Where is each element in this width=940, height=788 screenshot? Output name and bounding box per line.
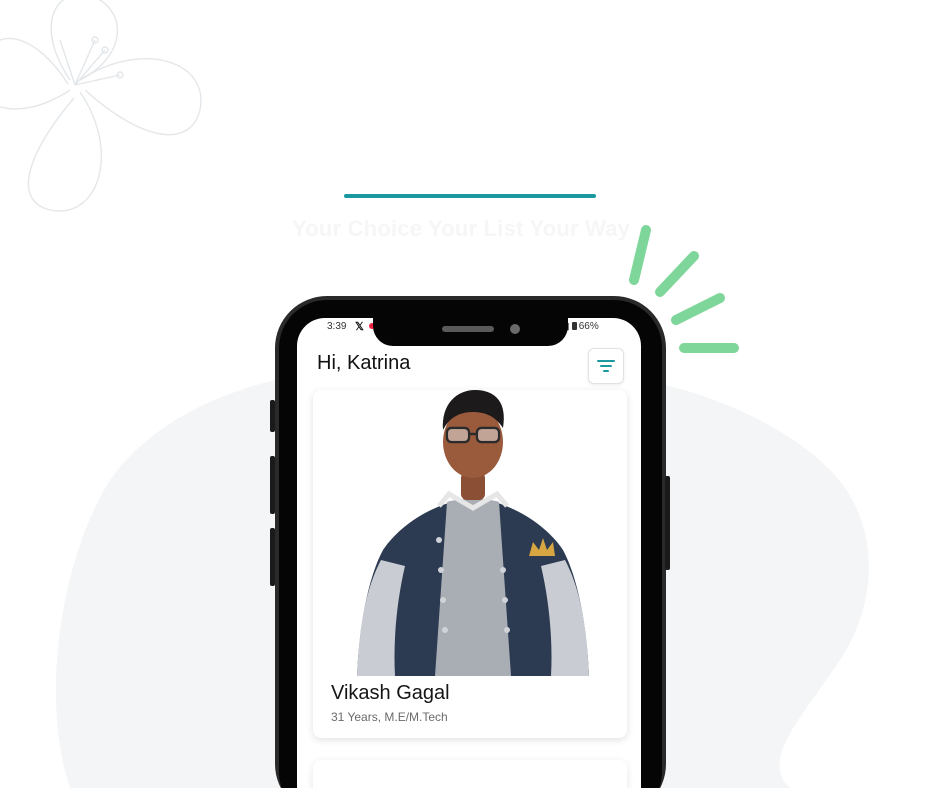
flower-outline-decoration [0, 0, 202, 212]
profile-avatar [357, 390, 589, 676]
next-profile-card[interactable] [313, 760, 627, 788]
x-icon: 𝕏 [355, 321, 364, 333]
filter-button[interactable] [588, 348, 624, 384]
status-time: 3:39 [327, 321, 347, 332]
power-button [665, 476, 670, 570]
battery-percent: 66% [578, 321, 599, 332]
volume-mid-button [270, 456, 275, 514]
profile-details: 31 Years, M.E/M.Tech [331, 710, 448, 724]
tagline: Your Choice Your List Your Way [292, 216, 631, 241]
volume-down-button [270, 528, 275, 586]
profile-card[interactable]: Vikash Gagal 31 Years, M.E/M.Tech [313, 390, 627, 738]
phone-screen: 3:39 𝕏 ◢66% Hi, Katrina [297, 318, 641, 788]
greeting-title: Hi, Katrina [317, 352, 411, 374]
speaker-grill [442, 326, 494, 332]
volume-up-button [270, 400, 275, 432]
profile-name: Vikash Gagal [331, 682, 450, 704]
filter-icon [597, 360, 615, 372]
accent-divider [344, 194, 596, 198]
battery-icon [571, 322, 577, 330]
promo-canvas: Your Choice Your List Your Way 3:39 𝕏 ◢6… [0, 0, 940, 788]
front-camera [510, 324, 520, 334]
